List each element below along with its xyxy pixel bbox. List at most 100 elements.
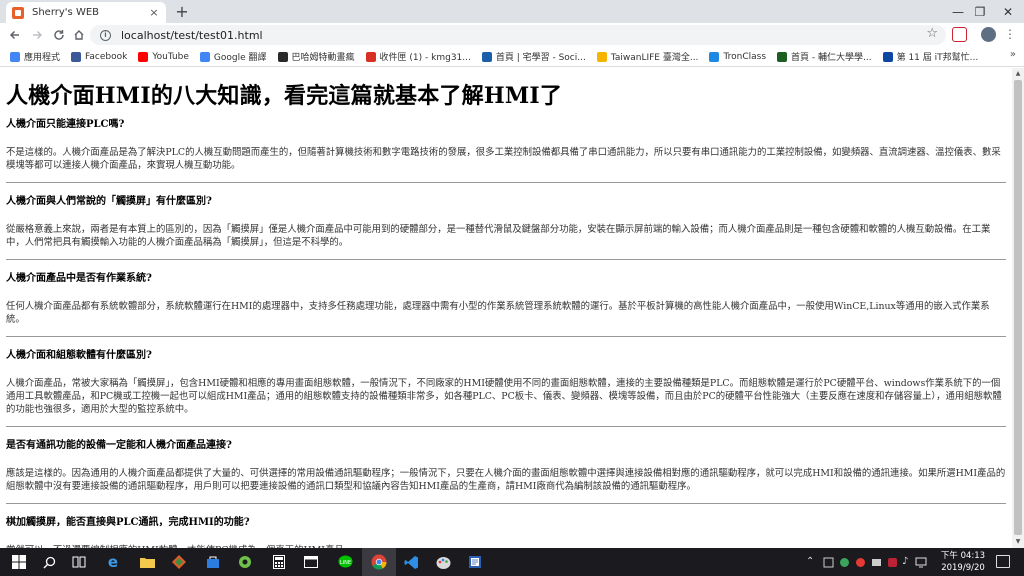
scroll-up-icon[interactable]: ▲ <box>1014 70 1022 78</box>
calculator-icon[interactable] <box>270 553 288 571</box>
section-question: 棋加觸摸屏，能否直接與PLC通訊，完成HMI的功能? <box>6 517 250 528</box>
home-icon[interactable] <box>70 26 88 44</box>
more-bookmarks-icon[interactable]: » <box>1010 49 1016 60</box>
browser-toolbar: i localhost/test/test01.html ☆ ⋮ <box>0 23 1024 47</box>
url-text: localhost/test/test01.html <box>121 28 263 42</box>
bookmark-label: 第 11 屆 iT邦幫忙... <box>896 53 979 63</box>
bookmark-label: 首頁 | 宅學習 - Soci... <box>495 53 586 63</box>
qa-section: 人機介面與人們常說的「觸摸屏」有什麼區別? 從嚴格意義上來說，兩者是有本質上的區別… <box>6 195 1006 260</box>
system-clock[interactable]: 下午 04:13 2019/9/20 <box>938 550 988 574</box>
window-app-icon[interactable] <box>302 553 320 571</box>
bookmark-item[interactable]: 收件匣 (1) - kmg31... <box>365 50 471 63</box>
bookmark-label: TronClass <box>723 51 767 62</box>
bookmark-item[interactable]: 首頁 | 宅學習 - Soci... <box>481 50 586 63</box>
bookmark-item[interactable]: Facebook <box>71 51 127 62</box>
bookmark-label: 應用程式 <box>24 53 61 63</box>
line-messenger-icon[interactable]: LINE <box>336 553 354 571</box>
tray-app-icon-5[interactable] <box>886 553 898 571</box>
ithome-icon <box>882 51 893 62</box>
section-divider <box>6 336 1006 337</box>
section-answer: 從嚴格意義上來說，兩者是有本質上的區別的，因為「觸摸屏」僅是人機介面產品中可能用… <box>6 224 991 248</box>
chrome-browser-icon[interactable] <box>362 548 396 576</box>
profile-avatar[interactable] <box>981 27 996 42</box>
bookmark-item[interactable]: 應用程式 <box>10 50 60 63</box>
windows-start-icon[interactable] <box>10 553 28 571</box>
bookmark-label: YouTube <box>152 51 189 62</box>
tray-app-icon-3[interactable] <box>854 553 866 571</box>
apps-grid-icon <box>10 51 20 62</box>
browser-menu-icon[interactable]: ⋮ <box>1004 27 1016 42</box>
bahamut-icon <box>277 51 288 62</box>
fju-icon <box>777 51 788 62</box>
app-diamond-icon[interactable] <box>170 553 188 571</box>
page-title: 人機介面HMI的八大知識，看完這篇就基本了解HMI了 <box>6 83 563 109</box>
page-scrollbar[interactable]: ▲ ▼ <box>1012 68 1024 548</box>
elearning-icon <box>481 51 492 62</box>
reload-icon[interactable] <box>50 26 68 44</box>
scroll-thumb[interactable] <box>1014 80 1022 535</box>
bookmark-star-icon[interactable]: ☆ <box>926 26 938 41</box>
tab-strip: Sherry's WEB × + — ❐ ✕ <box>0 0 1024 23</box>
task-view-icon[interactable] <box>70 553 88 571</box>
network-icon[interactable] <box>914 553 928 571</box>
section-divider <box>6 182 1006 183</box>
tray-chevron-up-icon[interactable]: ⌃ <box>806 556 814 567</box>
action-center-icon[interactable] <box>996 555 1010 568</box>
bookmark-item[interactable]: 第 11 屆 iT邦幫忙... <box>882 50 979 63</box>
volume-icon[interactable]: ♪ <box>902 556 908 567</box>
bookmark-item[interactable]: 首頁 - 輔仁大學學... <box>777 50 872 63</box>
bookmark-label: 巴哈姆特動畫瘋 <box>291 53 355 63</box>
section-question: 人機介面和組態軟體有什麼區別? <box>6 350 152 361</box>
section-answer: 應該是這樣的。因為通用的人機介面產品都提供了大量的、可供選擇的常用設備通訊驅動程… <box>6 468 1006 492</box>
tronclass-icon <box>709 51 720 62</box>
store-bag-icon[interactable] <box>204 553 222 571</box>
qa-section: 棋加觸摸屏，能否直接與PLC通訊，完成HMI的功能?當然可以。不過還要編制相應的… <box>6 516 1006 548</box>
bookmark-label: 收件匣 (1) - kmg31... <box>379 53 471 63</box>
file-explorer-icon[interactable] <box>138 553 156 571</box>
bookmark-label: TaiwanLIFE 臺灣全... <box>610 53 699 63</box>
close-window-button[interactable]: ✕ <box>986 0 1024 23</box>
section-question: 人機介面產品中是否有作業系統? <box>6 273 152 284</box>
extension-icon[interactable] <box>952 27 967 42</box>
site-info-icon[interactable]: i <box>100 29 111 41</box>
qa-section: 人機介面和組態軟體有什麼區別? 人機介面產品，常被大家稱為「觸摸屏」，包含HMI硬… <box>6 349 1006 427</box>
svg-text:LINE: LINE <box>339 560 350 566</box>
bookmarks-bar: 應用程式 Facebook YouTube Google 翻譯 巴哈姆特動畫瘋 收件匣 (… <box>0 47 1024 67</box>
tray-app-icon-4[interactable] <box>870 553 882 571</box>
notepad-app-icon[interactable] <box>466 553 484 571</box>
edge-browser-icon[interactable]: e <box>104 553 122 571</box>
bookmark-item[interactable]: YouTube <box>138 51 189 62</box>
tab-close-icon[interactable]: × <box>148 6 160 19</box>
search-icon[interactable] <box>40 553 58 571</box>
youtube-icon <box>138 51 149 62</box>
android-emulator-icon[interactable] <box>236 553 254 571</box>
bookmark-label: Google 翻譯 <box>213 53 267 63</box>
back-arrow-icon[interactable] <box>6 26 24 44</box>
facebook-icon <box>71 51 82 62</box>
browser-tab-active[interactable]: Sherry's WEB × <box>6 2 166 23</box>
section-answer: 任何人機介面產品都有系統軟體部分，系統軟體運行在HMI的處理器中，支持多任務處理… <box>6 301 990 325</box>
address-bar[interactable]: i localhost/test/test01.html ☆ <box>90 25 946 45</box>
section-question: 人機介面與人們常說的「觸摸屏」有什麼區別? <box>6 196 212 207</box>
bookmark-item[interactable]: TronClass <box>709 51 767 62</box>
taiwanlife-icon <box>596 51 607 62</box>
forward-arrow-icon[interactable] <box>28 26 46 44</box>
bookmark-item[interactable]: Google 翻譯 <box>199 50 267 63</box>
section-answer: 人機介面產品，常被大家稱為「觸摸屏」，包含HMI硬體和相應的專用畫面組態軟體，一… <box>6 378 1002 415</box>
scroll-down-icon[interactable]: ▼ <box>1014 538 1022 546</box>
bookmark-item[interactable]: 巴哈姆特動畫瘋 <box>277 50 355 63</box>
tray-app-icon-2[interactable] <box>838 553 850 571</box>
windows-taskbar: e LINE ⌃ ♪ 下午 04:13 2019/9/20 <box>0 548 1024 576</box>
paint-app-icon[interactable] <box>434 553 452 571</box>
new-tab-button[interactable]: + <box>172 2 192 22</box>
tray-app-icon-1[interactable] <box>822 553 834 571</box>
section-question: 是否有通訊功能的設備一定能和人機介面產品連接? <box>6 440 232 451</box>
bookmark-label: 首頁 - 輔仁大學學... <box>791 53 872 63</box>
gmail-icon <box>365 51 376 62</box>
qa-section: 人機介面只能連接PLC嗎? 不是這樣的。人機介面產品是為了解決PLC的人機互動問題… <box>6 118 1006 183</box>
qa-section: 人機介面產品中是否有作業系統? 任何人機介面產品都有系統軟體部分，系統軟體運行在H… <box>6 272 1006 337</box>
vscode-icon[interactable] <box>402 553 420 571</box>
article-sections: 人機介面只能連接PLC嗎? 不是這樣的。人機介面產品是為了解決PLC的人機互動問題… <box>6 118 1006 548</box>
bookmark-item[interactable]: TaiwanLIFE 臺灣全... <box>596 50 699 63</box>
section-divider <box>6 503 1006 504</box>
